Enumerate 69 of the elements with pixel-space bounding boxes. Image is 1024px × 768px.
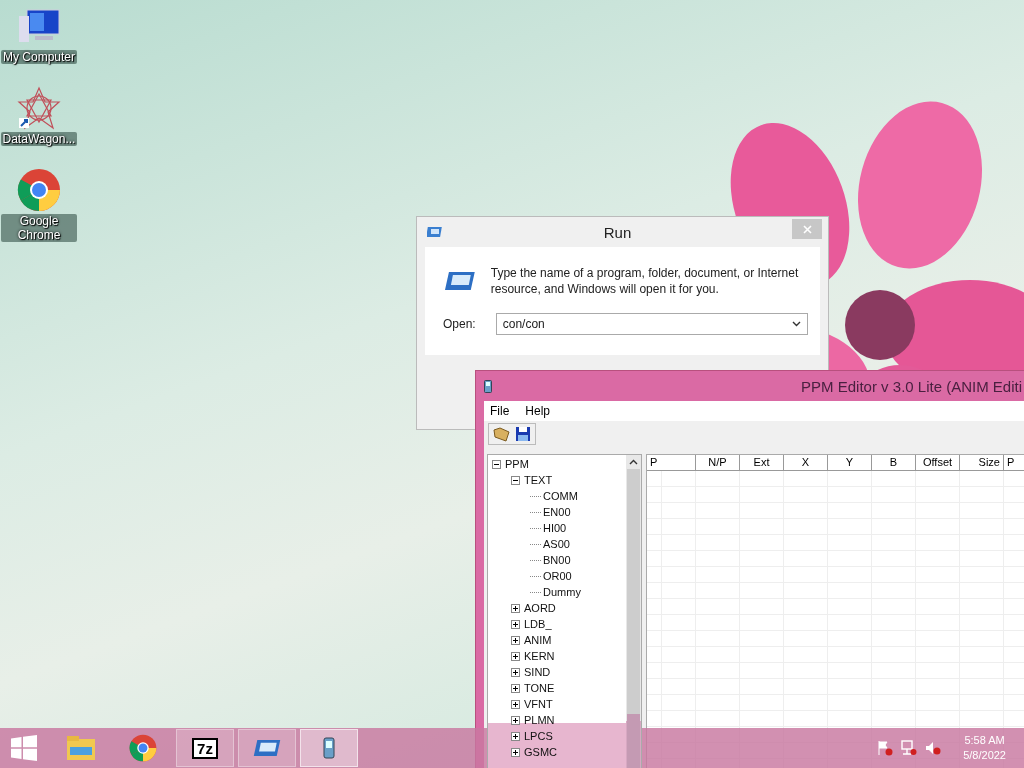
tree-item[interactable]: TEXT: [524, 474, 553, 486]
menu-item[interactable]: Help: [525, 404, 551, 418]
flag-icon[interactable]: [877, 740, 894, 756]
expand-toggle[interactable]: [511, 747, 522, 757]
star-pattern-icon[interactable]: [17, 86, 61, 130]
run-icon[interactable]: [252, 738, 282, 758]
run-icon: [443, 270, 477, 292]
expand-toggle[interactable]: [511, 683, 522, 693]
expand-toggle[interactable]: [511, 603, 522, 613]
tree-item[interactable]: TONE: [524, 682, 555, 694]
taskbar-button[interactable]: [238, 729, 296, 767]
expand-toggle[interactable]: [511, 715, 522, 725]
collapse-toggle[interactable]: [511, 475, 522, 485]
desktop-icon-label[interactable]: Google Chrome: [1, 214, 77, 242]
scrollbar[interactable]: [626, 455, 641, 768]
tree-item[interactable]: AS00: [543, 538, 570, 550]
instruction-text: Type the name of a program, folder, document, or Internet resource, and Windows will open it for you.: [490, 265, 800, 297]
taskbar-button[interactable]: 7z: [176, 729, 234, 767]
tree-item[interactable]: LPCS: [524, 730, 553, 742]
speaker-muted-icon[interactable]: [925, 740, 942, 756]
run-icon: [427, 226, 443, 238]
expand-toggle[interactable]: [511, 699, 522, 709]
expand-toggle[interactable]: [511, 667, 522, 677]
windows-logo-icon[interactable]: [11, 735, 37, 761]
taskbar-button[interactable]: [300, 729, 358, 767]
tree-item[interactable]: EN00: [543, 506, 571, 518]
column-header[interactable]: Size: [960, 455, 1004, 471]
phone-icon: [484, 379, 492, 393]
tree-item[interactable]: SIND: [524, 666, 551, 678]
tree-item[interactable]: KERN: [524, 650, 555, 662]
menu-item[interactable]: File: [490, 404, 510, 418]
tree-item[interactable]: PLMN: [524, 714, 555, 726]
open-combo-field[interactable]: con/con: [495, 313, 808, 335]
expand-toggle[interactable]: [511, 635, 522, 645]
column-header[interactable]: Ext: [740, 455, 784, 471]
column-header[interactable]: Y: [828, 455, 872, 471]
scrollbar-thumb[interactable]: [627, 469, 640, 768]
open-label: Open:: [443, 317, 476, 331]
expand-toggle[interactable]: [511, 651, 522, 661]
column-header[interactable]: P: [647, 455, 696, 471]
tree-item[interactable]: BN00: [543, 554, 571, 566]
column-header[interactable]: X: [784, 455, 828, 471]
column-header[interactable]: B: [872, 455, 916, 471]
tree-item[interactable]: HI00: [543, 522, 567, 534]
tree-item[interactable]: GSMC: [524, 746, 557, 758]
column-header[interactable]: N/P: [696, 455, 740, 471]
tree-item[interactable]: Dummy: [543, 586, 581, 598]
scroll-up-icon[interactable]: [629, 459, 638, 465]
tree-item[interactable]: LDB_: [524, 618, 552, 630]
tree-item[interactable]: OR00: [543, 570, 572, 582]
chrome-icon[interactable]: [17, 168, 61, 212]
window-title: Run: [602, 223, 633, 241]
column-header[interactable]: Offset: [916, 455, 960, 471]
chrome-icon[interactable]: [129, 734, 157, 762]
expand-toggle[interactable]: [511, 619, 522, 629]
column-header[interactable]: P: [1004, 455, 1024, 471]
phone-icon[interactable]: [323, 737, 335, 759]
tree-item[interactable]: PPM: [505, 458, 529, 470]
expand-toggle[interactable]: [511, 731, 522, 741]
window-title: PPM Editor v 3.0 Lite (ANIM Editi: [801, 377, 1022, 395]
tree-item[interactable]: COMM: [543, 490, 578, 502]
open-button[interactable]: [493, 426, 511, 442]
network-icon[interactable]: [901, 740, 918, 756]
collapse-toggle[interactable]: [492, 459, 503, 469]
tree-item[interactable]: VFNT: [524, 698, 553, 710]
dropdown-chevron-icon[interactable]: [792, 321, 801, 327]
tree-item[interactable]: AORD: [524, 602, 556, 614]
save-button[interactable]: [515, 426, 531, 442]
tree-item[interactable]: ANIM: [524, 634, 552, 646]
